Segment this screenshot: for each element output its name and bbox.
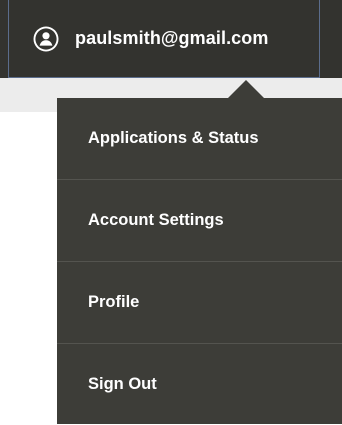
account-email: paulsmith@gmail.com bbox=[75, 28, 269, 48]
menu-item-applications-status[interactable]: Applications & Status bbox=[57, 98, 342, 179]
user-circle-icon bbox=[33, 26, 59, 51]
dropdown-caret bbox=[228, 80, 264, 98]
menu-item-sign-out[interactable]: Sign Out bbox=[57, 344, 342, 425]
account-menu-button[interactable]: paulsmith@gmail.com bbox=[8, 0, 320, 78]
account-dropdown-menu: Applications & Status Account Settings P… bbox=[57, 98, 342, 424]
menu-item-profile[interactable]: Profile bbox=[57, 262, 342, 343]
menu-item-account-settings[interactable]: Account Settings bbox=[57, 180, 342, 261]
